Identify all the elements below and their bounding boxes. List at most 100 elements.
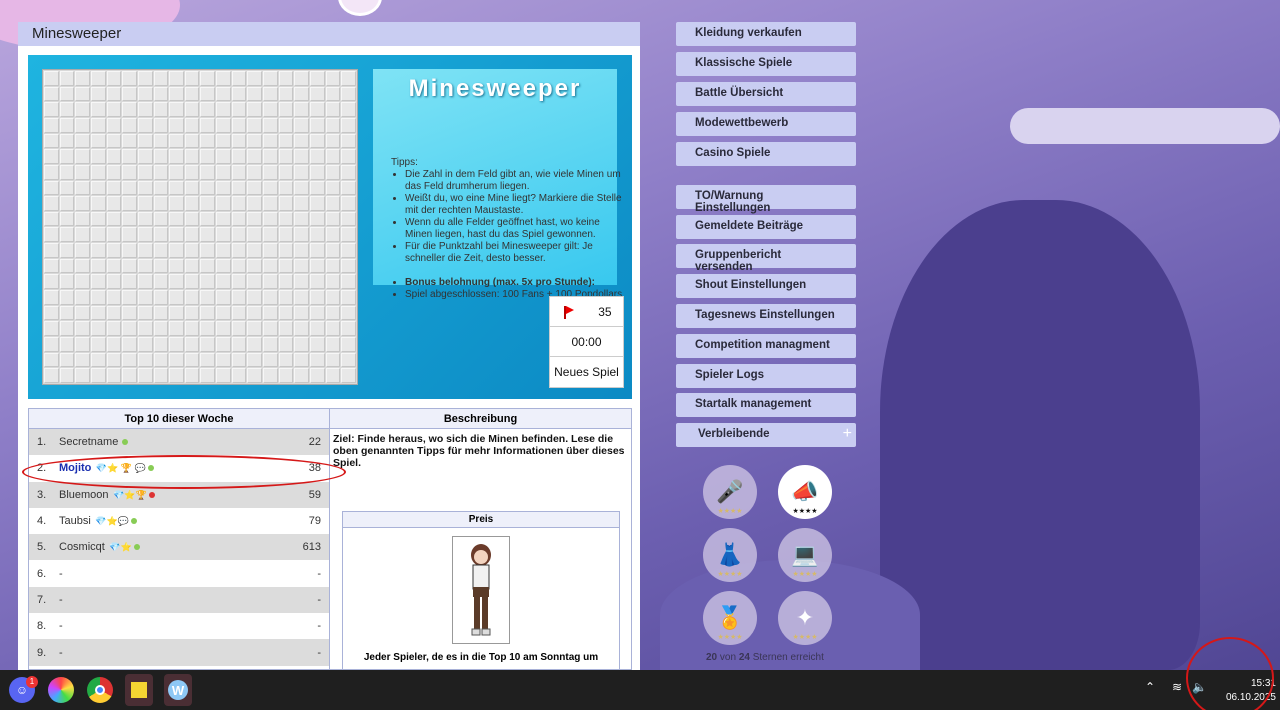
mine-cell[interactable]	[122, 337, 137, 352]
mine-cell[interactable]	[341, 164, 356, 180]
mine-cell[interactable]	[325, 180, 341, 196]
mine-cell[interactable]	[184, 290, 200, 305]
mine-cell[interactable]	[75, 337, 90, 352]
mine-cell[interactable]	[294, 71, 310, 86]
mine-cell[interactable]	[216, 258, 231, 274]
mine-cell[interactable]	[341, 149, 356, 164]
mine-cell[interactable]	[137, 102, 153, 117]
mine-cell[interactable]	[44, 290, 59, 305]
mine-cell[interactable]	[294, 117, 310, 133]
mine-cell[interactable]	[90, 102, 106, 117]
mine-cell[interactable]	[75, 321, 90, 337]
mine-cell[interactable]	[216, 321, 231, 337]
mine-cell[interactable]	[75, 196, 90, 211]
mine-cell[interactable]	[59, 133, 75, 149]
mine-cell[interactable]	[278, 258, 294, 274]
mine-cell[interactable]	[59, 117, 75, 133]
mine-cell[interactable]	[44, 86, 59, 102]
mine-cell[interactable]	[247, 274, 263, 290]
mine-cell[interactable]	[325, 133, 341, 149]
menu-item-klassische-spiele[interactable]: Klassische Spiele	[676, 52, 856, 76]
mine-cell[interactable]	[310, 274, 325, 290]
player-name[interactable]: Cosmicqt 💎⭐	[59, 541, 291, 553]
mine-cell[interactable]	[44, 117, 59, 133]
mine-cell[interactable]	[263, 305, 278, 321]
mine-cell[interactable]	[341, 86, 356, 102]
mine-cell[interactable]	[59, 337, 75, 352]
mine-cell[interactable]	[278, 227, 294, 243]
mine-cell[interactable]	[278, 180, 294, 196]
mine-cell[interactable]	[90, 274, 106, 290]
mine-cell[interactable]	[122, 290, 137, 305]
mine-cell[interactable]	[294, 368, 310, 383]
mine-cell[interactable]	[106, 133, 122, 149]
mine-cell[interactable]	[59, 149, 75, 164]
mine-cell[interactable]	[184, 227, 200, 243]
mine-cell[interactable]	[184, 321, 200, 337]
mine-cell[interactable]	[231, 133, 247, 149]
mine-cell[interactable]	[310, 71, 325, 86]
mine-cell[interactable]	[75, 149, 90, 164]
mine-cell[interactable]	[231, 321, 247, 337]
mine-cell[interactable]	[153, 133, 169, 149]
mine-cell[interactable]	[75, 227, 90, 243]
menu-item-modewettbewerb[interactable]: Modewettbewerb	[676, 112, 856, 136]
mine-cell[interactable]	[137, 133, 153, 149]
menu-item-to-warnung[interactable]: TO/Warnung Einstellungen	[676, 185, 856, 214]
mine-cell[interactable]	[310, 290, 325, 305]
mine-cell[interactable]	[169, 180, 184, 196]
mine-cell[interactable]	[200, 71, 216, 86]
mine-cell[interactable]	[106, 149, 122, 164]
mine-cell[interactable]	[169, 117, 184, 133]
mine-cell[interactable]	[341, 274, 356, 290]
mine-cell[interactable]	[263, 258, 278, 274]
mine-cell[interactable]	[169, 149, 184, 164]
mine-cell[interactable]	[325, 321, 341, 337]
mine-cell[interactable]	[263, 117, 278, 133]
mine-cell[interactable]	[200, 368, 216, 383]
mine-cell[interactable]	[216, 196, 231, 211]
mine-cell[interactable]	[106, 117, 122, 133]
mine-cell[interactable]	[294, 133, 310, 149]
mine-cell[interactable]	[231, 352, 247, 368]
mine-cell[interactable]	[294, 149, 310, 164]
mine-cell[interactable]	[263, 133, 278, 149]
achievement-medal-icon[interactable]: 🏅 ★★★★	[703, 591, 757, 645]
mine-cell[interactable]	[325, 305, 341, 321]
mine-cell[interactable]	[75, 180, 90, 196]
mine-cell[interactable]	[59, 243, 75, 258]
mine-cell[interactable]	[247, 227, 263, 243]
mine-cell[interactable]	[106, 227, 122, 243]
mine-cell[interactable]	[137, 164, 153, 180]
mine-cell[interactable]	[325, 337, 341, 352]
mine-cell[interactable]	[216, 164, 231, 180]
mine-cell[interactable]	[153, 337, 169, 352]
mine-cell[interactable]	[153, 290, 169, 305]
mine-cell[interactable]	[216, 290, 231, 305]
mine-cell[interactable]	[169, 164, 184, 180]
mine-cell[interactable]	[341, 305, 356, 321]
mine-cell[interactable]	[90, 368, 106, 383]
mine-cell[interactable]	[247, 211, 263, 227]
mine-cell[interactable]	[106, 258, 122, 274]
mine-cell[interactable]	[247, 258, 263, 274]
mine-cell[interactable]	[90, 71, 106, 86]
mine-cell[interactable]	[90, 290, 106, 305]
menu-item-battle-uebersicht[interactable]: Battle Übersicht	[676, 82, 856, 106]
mine-cell[interactable]	[247, 321, 263, 337]
mine-cell[interactable]	[294, 196, 310, 211]
mine-cell[interactable]	[247, 149, 263, 164]
mine-cell[interactable]	[231, 164, 247, 180]
mine-cell[interactable]	[278, 71, 294, 86]
browser-app-icon[interactable]: W	[164, 674, 192, 706]
mine-cell[interactable]	[106, 368, 122, 383]
mine-cell[interactable]	[294, 102, 310, 117]
mine-cell[interactable]	[90, 243, 106, 258]
sticky-notes-icon[interactable]	[125, 674, 153, 706]
mine-cell[interactable]	[247, 196, 263, 211]
mine-cell[interactable]	[325, 164, 341, 180]
mine-cell[interactable]	[90, 352, 106, 368]
mine-cell[interactable]	[200, 321, 216, 337]
mine-cell[interactable]	[200, 305, 216, 321]
mine-cell[interactable]	[325, 227, 341, 243]
